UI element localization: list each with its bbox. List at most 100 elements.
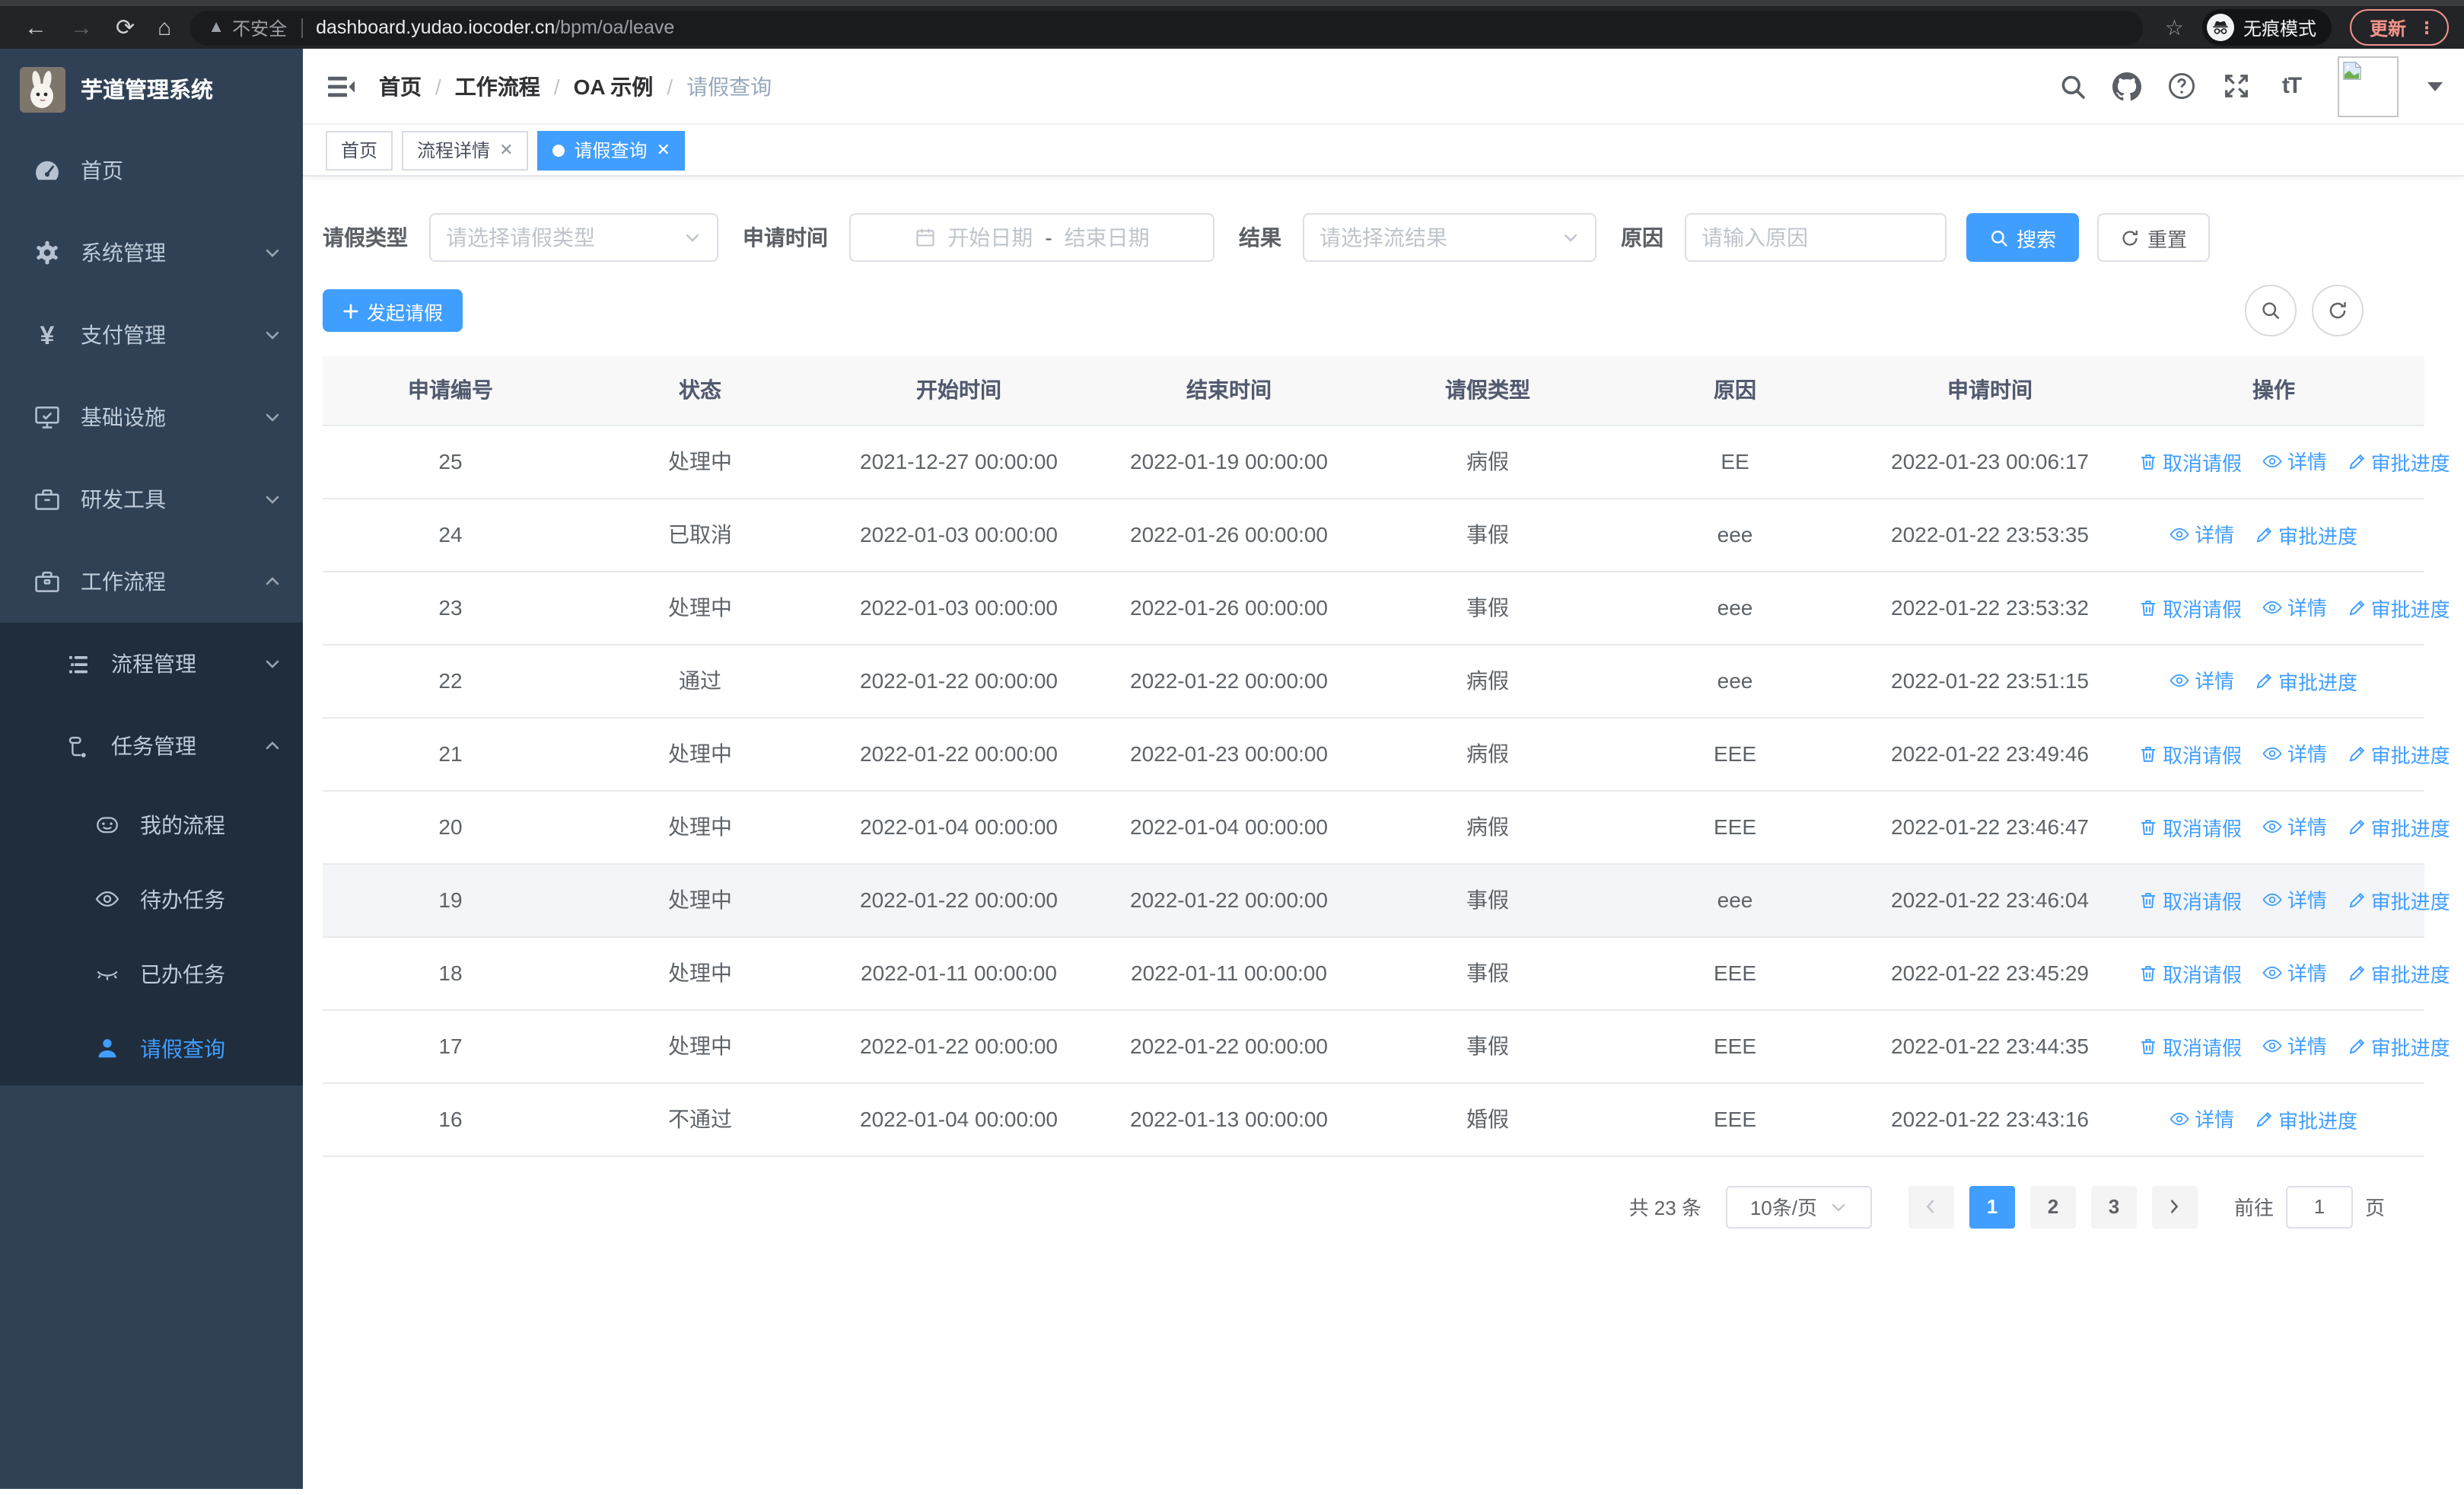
- close-icon[interactable]: ✕: [499, 140, 513, 160]
- cancel-leave-link[interactable]: 取消请假: [2138, 594, 2242, 623]
- sidebar-item-todo-task[interactable]: 待办任务: [0, 862, 303, 936]
- page-button-3[interactable]: 3: [2090, 1185, 2137, 1228]
- font-size-icon[interactable]: tT: [2277, 72, 2306, 100]
- user-icon: [91, 1033, 122, 1063]
- sidebar-item-process-mgmt[interactable]: 流程管理: [0, 623, 303, 705]
- browser-menu-icon[interactable]: ⋮: [2418, 18, 2435, 37]
- sidebar-item-system[interactable]: 系统管理: [0, 212, 303, 294]
- toolbox-icon: [32, 484, 62, 515]
- next-page-button[interactable]: [2151, 1185, 2198, 1228]
- breadcrumb-workflow[interactable]: 工作流程: [455, 71, 540, 101]
- close-icon[interactable]: ✕: [657, 140, 670, 160]
- leave-type-select[interactable]: 请选择请假类型: [429, 213, 718, 262]
- cell-apply-time: 2022-01-23 00:06:17: [1891, 449, 2089, 473]
- tab-leave-query[interactable]: 请假查询 ✕: [537, 130, 686, 170]
- page-button-1[interactable]: 1: [1969, 1185, 2015, 1228]
- approval-progress-link[interactable]: 审批进度: [2347, 448, 2450, 477]
- tab-process-detail[interactable]: 流程详情 ✕: [402, 130, 529, 170]
- approval-progress-link[interactable]: 审批进度: [2254, 667, 2357, 696]
- breadcrumb-home[interactable]: 首页: [379, 71, 422, 101]
- search-icon[interactable]: [2058, 72, 2087, 100]
- sidebar-item-done-task[interactable]: 已办任务: [0, 936, 303, 1011]
- monitor-icon: [32, 402, 62, 432]
- app-logo-row[interactable]: 芋道管理系统: [0, 49, 303, 129]
- sidebar-item-infra[interactable]: 基础设施: [0, 376, 303, 458]
- cell-end-time: 2022-01-26 00:00:00: [1130, 522, 1328, 547]
- detail-link[interactable]: 详情: [2262, 739, 2327, 768]
- avatar[interactable]: [2338, 56, 2399, 116]
- address-bar[interactable]: ▲ 不安全 dashboard.yudao.iocoder.cn/bpm/oa/…: [189, 10, 2144, 45]
- result-label: 结果: [1239, 225, 1281, 250]
- browser-chrome: ← → ⟳ ⌂ ▲ 不安全 dashboard.yudao.iocoder.cn…: [0, 0, 2464, 49]
- cell-leave-type: 事假: [1466, 961, 1509, 985]
- sidebar-collapse-icon[interactable]: [303, 71, 379, 101]
- approval-progress-link[interactable]: 审批进度: [2347, 1032, 2450, 1061]
- breadcrumb-oa-example[interactable]: OA 示例: [574, 71, 654, 101]
- detail-link[interactable]: 详情: [2262, 447, 2327, 476]
- cell-apply-id: 23: [438, 595, 463, 620]
- toggle-search-button[interactable]: [2245, 285, 2297, 336]
- approval-progress-link[interactable]: 审批进度: [2347, 740, 2450, 769]
- search-button[interactable]: 搜索: [1966, 213, 2080, 262]
- cell-apply-id: 17: [438, 1034, 463, 1058]
- reason-input[interactable]: [1685, 213, 1947, 262]
- approval-progress-link[interactable]: 审批进度: [2347, 959, 2450, 988]
- approval-progress-link[interactable]: 审批进度: [2347, 813, 2450, 842]
- cancel-leave-link[interactable]: 取消请假: [2138, 448, 2242, 477]
- avatar-caret-icon[interactable]: [2427, 81, 2443, 91]
- sidebar-item-devtools[interactable]: 研发工具: [0, 458, 303, 540]
- browser-update-button[interactable]: 更新 ⋮: [2349, 9, 2449, 46]
- cancel-leave-link[interactable]: 取消请假: [2138, 813, 2242, 842]
- cell-end-time: 2022-01-22 00:00:00: [1130, 668, 1328, 693]
- detail-link[interactable]: 详情: [2169, 666, 2234, 695]
- detail-link[interactable]: 详情: [2262, 1031, 2327, 1060]
- create-leave-button[interactable]: 发起请假: [323, 289, 463, 332]
- chevron-down-icon: [263, 326, 282, 344]
- sidebar-item-workflow[interactable]: 工作流程: [0, 540, 303, 623]
- sidebar-item-my-process[interactable]: 我的流程: [0, 787, 303, 862]
- page-size-select[interactable]: 10条/页: [1725, 1185, 1872, 1228]
- sidebar-item-leave-query[interactable]: 请假查询: [0, 1011, 303, 1085]
- update-label: 更新: [2369, 18, 2406, 39]
- detail-link[interactable]: 详情: [2262, 885, 2327, 914]
- browser-reload-icon[interactable]: ⟳: [116, 14, 135, 41]
- reset-button[interactable]: 重置: [2097, 213, 2211, 262]
- approval-progress-link[interactable]: 审批进度: [2254, 521, 2357, 550]
- col-actions: 操作: [2123, 356, 2424, 426]
- browser-back-icon[interactable]: ←: [24, 14, 47, 40]
- detail-link[interactable]: 详情: [2262, 958, 2327, 987]
- browser-forward-icon[interactable]: →: [70, 14, 93, 40]
- cancel-leave-link[interactable]: 取消请假: [2138, 740, 2242, 769]
- refresh-button[interactable]: [2312, 285, 2364, 336]
- approval-progress-link[interactable]: 审批进度: [2347, 886, 2450, 915]
- sidebar-item-task-mgmt[interactable]: 任务管理: [0, 705, 303, 787]
- pagination: 共 23 条 10条/页 1 2 3 前往 1 页: [323, 1185, 2424, 1228]
- cancel-leave-link[interactable]: 取消请假: [2138, 959, 2242, 988]
- help-icon[interactable]: [2167, 72, 2196, 100]
- cell-reason: EE: [1721, 449, 1749, 473]
- result-select[interactable]: 请选择流结果: [1303, 213, 1597, 262]
- detail-link[interactable]: 详情: [2169, 1105, 2234, 1133]
- detail-link[interactable]: 详情: [2262, 593, 2327, 622]
- tab-home[interactable]: 首页: [326, 130, 393, 170]
- approval-progress-link[interactable]: 审批进度: [2254, 1105, 2357, 1134]
- github-icon[interactable]: [2112, 72, 2141, 100]
- cell-apply-id: 19: [438, 888, 463, 912]
- page-button-2[interactable]: 2: [2029, 1185, 2076, 1228]
- sidebar-item-pay[interactable]: ¥ 支付管理: [0, 294, 303, 376]
- bookmark-star-icon[interactable]: ☆: [2165, 14, 2184, 40]
- jump-page-input[interactable]: [2285, 1185, 2353, 1228]
- cancel-leave-link[interactable]: 取消请假: [2138, 886, 2242, 915]
- sidebar-item-home[interactable]: 首页: [0, 129, 303, 212]
- sidebar-item-label: 基础设施: [81, 405, 166, 429]
- cancel-leave-link[interactable]: 取消请假: [2138, 1032, 2242, 1061]
- date-range-picker[interactable]: 开始日期 - 结束日期: [849, 213, 1214, 262]
- detail-link[interactable]: 详情: [2169, 520, 2234, 549]
- browser-home-icon[interactable]: ⌂: [158, 14, 171, 40]
- prev-page-button[interactable]: [1908, 1185, 1954, 1228]
- fullscreen-icon[interactable]: [2222, 72, 2251, 100]
- detail-link[interactable]: 详情: [2262, 812, 2327, 841]
- approval-progress-link[interactable]: 审批进度: [2347, 594, 2450, 623]
- not-secure-label: 不安全: [232, 18, 288, 39]
- cell-end-time: 2022-01-22 00:00:00: [1130, 1034, 1328, 1058]
